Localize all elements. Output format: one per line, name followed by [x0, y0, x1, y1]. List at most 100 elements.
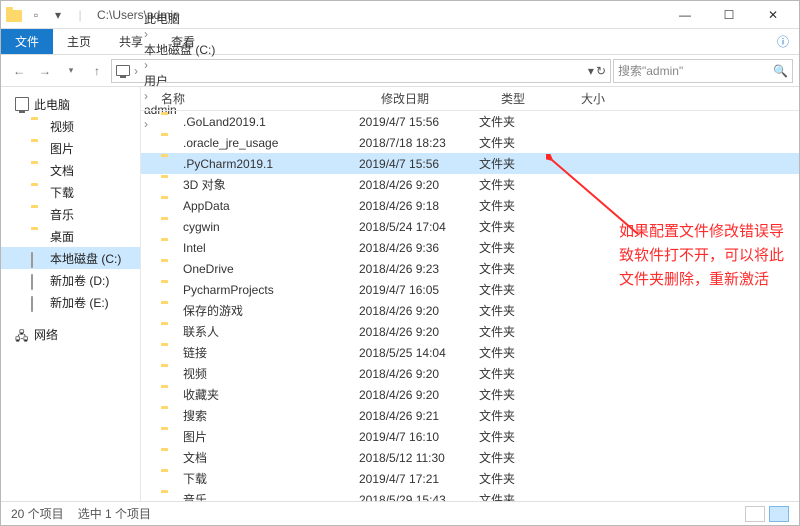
- file-type: 文件夹: [479, 113, 559, 130]
- file-type: 文件夹: [479, 449, 559, 466]
- file-type: 文件夹: [479, 260, 559, 277]
- table-row[interactable]: .oracle_jre_usage2018/7/18 18:23文件夹: [141, 132, 799, 153]
- table-row[interactable]: 搜索2018/4/26 9:21文件夹: [141, 405, 799, 426]
- tree-label: 网络: [34, 326, 58, 343]
- table-row[interactable]: AppData2018/4/26 9:18文件夹: [141, 195, 799, 216]
- file-date: 2018/4/26 9:20: [359, 367, 479, 381]
- table-row[interactable]: 3D 对象2018/4/26 9:20文件夹: [141, 174, 799, 195]
- search-input[interactable]: 搜索"admin" 🔍: [613, 59, 793, 83]
- table-row[interactable]: .PyCharm2019.12019/4/7 15:56文件夹: [141, 153, 799, 174]
- tree-item[interactable]: 新加卷 (D:): [1, 269, 140, 291]
- file-name: 保存的游戏: [183, 302, 243, 319]
- file-date: 2018/5/12 11:30: [359, 451, 479, 465]
- search-icon[interactable]: 🔍: [773, 64, 788, 78]
- folder-icon: [161, 492, 177, 502]
- status-count: 20 个项目: [11, 505, 64, 522]
- breadcrumb-item[interactable]: 此电脑: [142, 10, 217, 27]
- nav-tree[interactable]: 此电脑 视频图片文档下载音乐桌面本地磁盘 (C:) 新加卷 (D:) 新加卷 (E:…: [1, 87, 141, 501]
- tree-item[interactable]: 图片: [1, 137, 140, 159]
- folder-icon: [161, 345, 177, 361]
- col-date[interactable]: 修改日期: [381, 90, 501, 107]
- file-date: 2019/4/7 16:10: [359, 430, 479, 444]
- file-name: 收藏夹: [183, 386, 219, 403]
- folder-icon: [161, 240, 177, 256]
- address-dropdown-icon[interactable]: ▾: [588, 64, 594, 78]
- explorer-window: ▫ ▾ | C:\Users\admin — ☐ ✕ 文件 主页 共享 查看 ⓘ…: [0, 0, 800, 526]
- col-type[interactable]: 类型: [501, 90, 581, 107]
- table-row[interactable]: cygwin2018/5/24 17:04文件夹: [141, 216, 799, 237]
- table-row[interactable]: 收藏夹2018/4/26 9:20文件夹: [141, 384, 799, 405]
- forward-button[interactable]: →: [33, 59, 57, 83]
- title-bar[interactable]: ▫ ▾ | C:\Users\admin — ☐ ✕: [1, 1, 799, 29]
- folder-icon: [31, 141, 45, 155]
- file-name: AppData: [183, 199, 230, 213]
- tree-network[interactable]: 🖧 网络: [1, 323, 140, 345]
- tree-root-thispc[interactable]: 此电脑: [1, 93, 140, 115]
- folder-icon: [161, 261, 177, 277]
- col-size[interactable]: 大小: [581, 90, 641, 107]
- table-row[interactable]: 保存的游戏2018/4/26 9:20文件夹: [141, 300, 799, 321]
- folder-icon: [161, 324, 177, 340]
- recent-dropdown[interactable]: ▾: [59, 59, 83, 83]
- table-row[interactable]: 视频2018/4/26 9:20文件夹: [141, 363, 799, 384]
- tree-label: 下载: [50, 184, 74, 201]
- help-icon[interactable]: ⓘ: [767, 29, 799, 54]
- file-date: 2018/4/26 9:20: [359, 178, 479, 192]
- file-type: 文件夹: [479, 470, 559, 487]
- folder-icon: [31, 119, 45, 133]
- tree-item[interactable]: 音乐: [1, 203, 140, 225]
- up-button[interactable]: ↑: [85, 59, 109, 83]
- folder-icon: [31, 229, 45, 243]
- file-list[interactable]: .GoLand2019.12019/4/7 15:56文件夹.oracle_jr…: [141, 111, 799, 501]
- tab-home[interactable]: 主页: [53, 29, 105, 54]
- view-icons-button[interactable]: [769, 506, 789, 522]
- table-row[interactable]: PycharmProjects2019/4/7 16:05文件夹: [141, 279, 799, 300]
- tree-item[interactable]: 视频: [1, 115, 140, 137]
- tree-item[interactable]: 新加卷 (E:): [1, 291, 140, 313]
- table-row[interactable]: 联系人2018/4/26 9:20文件夹: [141, 321, 799, 342]
- table-row[interactable]: 链接2018/5/25 14:04文件夹: [141, 342, 799, 363]
- status-selected: 选中 1 个项目: [78, 505, 151, 522]
- tree-item[interactable]: 下载: [1, 181, 140, 203]
- pc-icon: [15, 97, 29, 111]
- file-date: 2018/4/26 9:23: [359, 262, 479, 276]
- tab-file[interactable]: 文件: [1, 29, 53, 54]
- file-type: 文件夹: [479, 155, 559, 172]
- tree-item[interactable]: 文档: [1, 159, 140, 181]
- view-details-button[interactable]: [745, 506, 765, 522]
- address-bar[interactable]: › 此电脑›本地磁盘 (C:)›用户›admin› ▾ ↻: [111, 59, 611, 83]
- file-type: 文件夹: [479, 365, 559, 382]
- file-date: 2018/4/26 9:20: [359, 325, 479, 339]
- qat-dropdown-icon[interactable]: ▾: [49, 6, 67, 24]
- minimize-button[interactable]: —: [663, 1, 707, 29]
- tree-item[interactable]: 本地磁盘 (C:): [1, 247, 140, 269]
- tree-item[interactable]: 桌面: [1, 225, 140, 247]
- table-row[interactable]: 下载2019/4/7 17:21文件夹: [141, 468, 799, 489]
- table-row[interactable]: OneDrive2018/4/26 9:23文件夹: [141, 258, 799, 279]
- crumb-sep: ›: [132, 64, 140, 78]
- close-button[interactable]: ✕: [751, 1, 795, 29]
- folder-icon: [161, 282, 177, 298]
- breadcrumb-item[interactable]: 本地磁盘 (C:): [142, 41, 217, 58]
- ribbon-tabs: 文件 主页 共享 查看 ⓘ: [1, 29, 799, 55]
- column-headers[interactable]: 名称 修改日期 类型 大小: [141, 87, 799, 111]
- col-name[interactable]: 名称: [161, 90, 381, 107]
- back-button[interactable]: ←: [7, 59, 31, 83]
- file-date: 2019/4/7 16:05: [359, 283, 479, 297]
- maximize-button[interactable]: ☐: [707, 1, 751, 29]
- table-row[interactable]: 图片2019/4/7 16:10文件夹: [141, 426, 799, 447]
- table-row[interactable]: 文档2018/5/12 11:30文件夹: [141, 447, 799, 468]
- properties-icon[interactable]: ▫: [27, 6, 45, 24]
- search-placeholder: 搜索"admin": [618, 62, 773, 79]
- table-row[interactable]: 音乐2018/5/29 15:43文件夹: [141, 489, 799, 501]
- table-row[interactable]: Intel2018/4/26 9:36文件夹: [141, 237, 799, 258]
- file-date: 2019/4/7 15:56: [359, 115, 479, 129]
- file-type: 文件夹: [479, 407, 559, 424]
- file-date: 2018/4/26 9:20: [359, 304, 479, 318]
- refresh-icon[interactable]: ↻: [596, 64, 606, 78]
- tree-label: 新加卷 (D:): [50, 272, 109, 289]
- file-pane: 名称 修改日期 类型 大小 .GoLand2019.12019/4/7 15:5…: [141, 87, 799, 501]
- table-row[interactable]: .GoLand2019.12019/4/7 15:56文件夹: [141, 111, 799, 132]
- file-type: 文件夹: [479, 428, 559, 445]
- file-name: cygwin: [183, 220, 220, 234]
